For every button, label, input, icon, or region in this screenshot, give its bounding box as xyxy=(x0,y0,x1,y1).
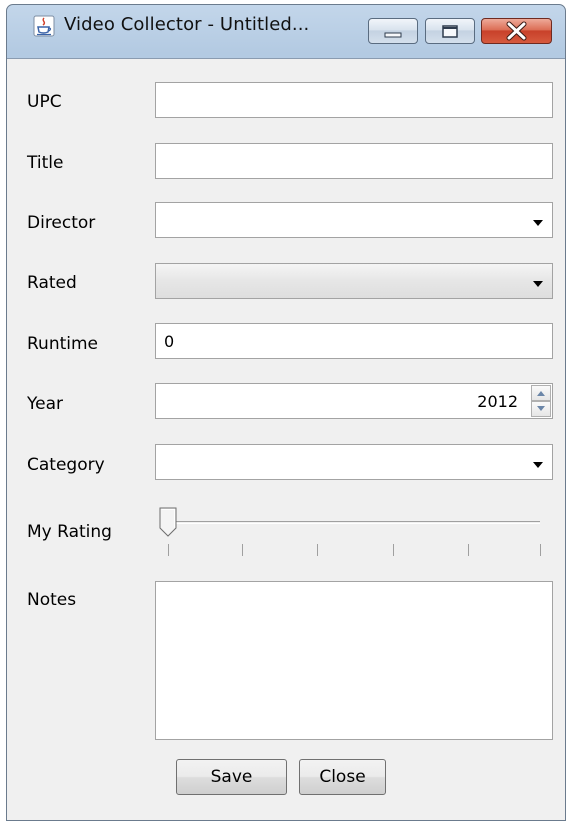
runtime-value: 0 xyxy=(164,332,175,351)
form-panel: UPC Title Director Rated Runtime 0 Year … xyxy=(7,58,565,820)
app-window: Video Collector - Untitled... UPC Title xyxy=(6,4,566,821)
spinner-arrows-icon xyxy=(531,385,551,417)
window-title: Video Collector - Untitled... xyxy=(64,14,310,35)
spinner-up-button[interactable] xyxy=(531,385,551,401)
chevron-down-icon[interactable] xyxy=(533,220,543,226)
spinner-down-button[interactable] xyxy=(531,401,551,417)
year-spinner[interactable]: 2012 xyxy=(155,383,553,419)
close-icon xyxy=(506,21,527,41)
slider-tick xyxy=(468,544,469,556)
slider-tick xyxy=(393,544,394,556)
director-combo[interactable] xyxy=(155,202,553,238)
close-window-button[interactable] xyxy=(481,18,552,44)
arrow-up-icon xyxy=(537,391,545,396)
year-label: Year xyxy=(27,394,63,414)
maximize-button[interactable] xyxy=(425,18,475,44)
slider-tick xyxy=(168,544,169,556)
title-bar[interactable]: Video Collector - Untitled... xyxy=(7,5,565,45)
title-label: Title xyxy=(27,153,64,173)
my-rating-label: My Rating xyxy=(27,522,112,542)
rating-slider-track[interactable] xyxy=(162,521,540,524)
title-input[interactable] xyxy=(155,143,553,179)
chevron-down-icon[interactable] xyxy=(533,462,543,468)
chevron-down-icon[interactable] xyxy=(533,281,543,287)
rated-label: Rated xyxy=(27,273,77,293)
rated-combo[interactable] xyxy=(155,263,553,299)
minimize-button[interactable] xyxy=(368,18,418,44)
runtime-input[interactable]: 0 xyxy=(155,323,553,359)
minimize-icon xyxy=(384,32,402,38)
arrow-down-icon xyxy=(537,406,545,411)
save-button[interactable]: Save xyxy=(176,759,287,795)
java-cup-icon[interactable] xyxy=(33,15,55,37)
category-label: Category xyxy=(27,455,105,475)
slider-tick xyxy=(317,544,318,556)
slider-tick xyxy=(540,544,541,556)
notes-label: Notes xyxy=(27,590,77,610)
rating-slider-thumb[interactable] xyxy=(159,507,177,537)
category-combo[interactable] xyxy=(155,444,553,480)
director-label: Director xyxy=(27,213,96,233)
close-button[interactable]: Close xyxy=(299,759,386,795)
upc-input[interactable] xyxy=(155,82,553,118)
maximize-icon xyxy=(442,25,458,38)
year-value: 2012 xyxy=(477,392,518,411)
notes-textarea[interactable] xyxy=(155,581,553,740)
slider-tick xyxy=(242,544,243,556)
runtime-label: Runtime xyxy=(27,334,99,354)
upc-label: UPC xyxy=(27,92,62,112)
